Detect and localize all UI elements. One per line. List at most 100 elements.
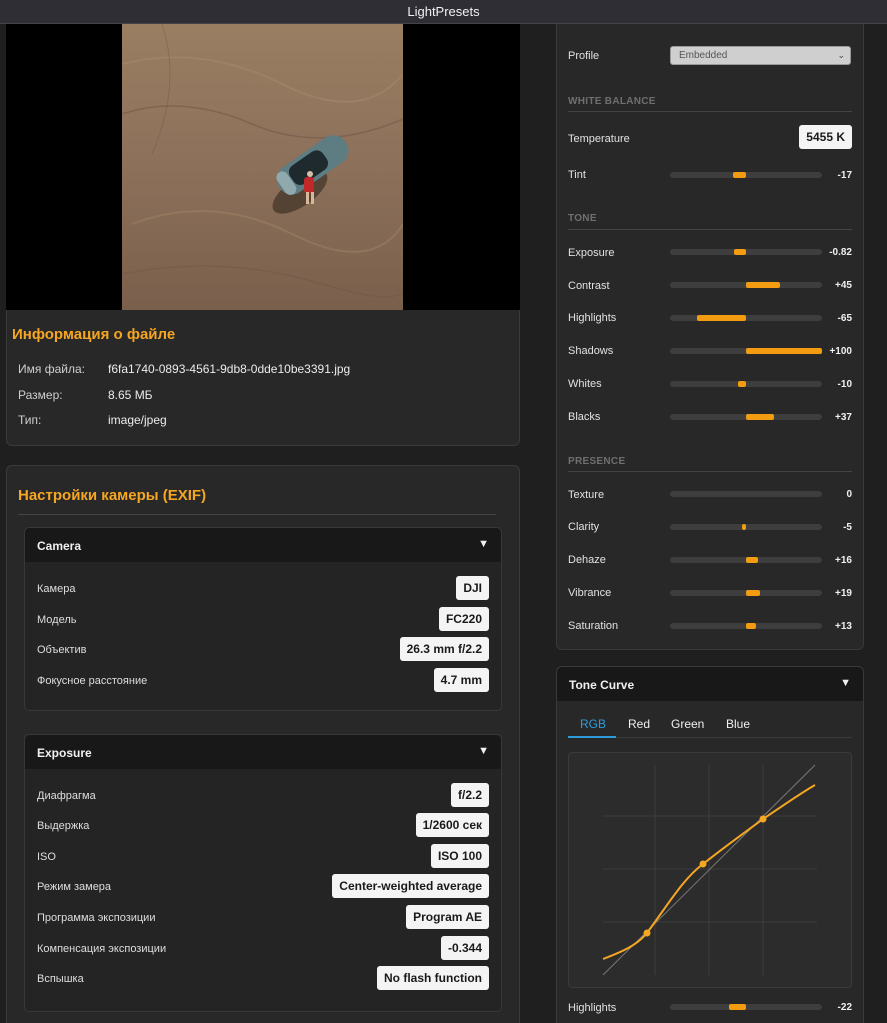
slider-label: Contrast bbox=[568, 280, 610, 292]
slider-fill bbox=[746, 348, 822, 354]
file-name-label: Имя файла: bbox=[18, 362, 85, 376]
exif-row-label: Вспышка bbox=[37, 973, 84, 985]
slider-fill bbox=[696, 315, 746, 321]
presence-heading: PRESENCE bbox=[568, 456, 626, 467]
slider-fill bbox=[746, 623, 756, 629]
tab-rgb[interactable]: RGB bbox=[580, 717, 606, 731]
dehaze-slider[interactable] bbox=[670, 557, 822, 563]
tone-heading: TONE bbox=[568, 213, 597, 224]
tint-value: -17 bbox=[837, 170, 852, 181]
slider-label: Texture bbox=[568, 489, 605, 501]
vibrance-slider[interactable] bbox=[670, 590, 822, 596]
white-balance-heading: WHITE BALANCE bbox=[568, 96, 656, 107]
slider-fill bbox=[738, 381, 746, 387]
clarity-slider[interactable] bbox=[670, 524, 822, 530]
file-size-value: 8.65 МБ bbox=[108, 388, 153, 402]
exif-title: Настройки камеры (EXIF) bbox=[18, 487, 207, 504]
exif-row-label: Объектив bbox=[37, 644, 87, 656]
slider-fill bbox=[746, 282, 781, 288]
photo-image bbox=[122, 24, 403, 310]
slider-label: Clarity bbox=[568, 521, 600, 533]
develop-column[interactable]: Profile Embedded ⌄ WHITE BALANCE Tempera… bbox=[540, 24, 887, 1023]
exif-row-label: Компенсация экспозиции bbox=[37, 943, 167, 955]
texture-slider[interactable] bbox=[670, 491, 822, 497]
slider-value: -65 bbox=[837, 313, 852, 324]
slider-fill bbox=[733, 172, 746, 178]
tone-curve-header[interactable]: Tone Curve ▼ bbox=[557, 667, 863, 701]
exif-row-value: Center-weighted average bbox=[332, 874, 489, 898]
shadows-slider[interactable] bbox=[670, 348, 822, 354]
temperature-value[interactable]: 5455 K bbox=[799, 125, 852, 149]
slider-fill bbox=[733, 249, 746, 255]
exif-row-label: Фокусное расстояние bbox=[37, 675, 148, 687]
slider-fill bbox=[746, 414, 775, 420]
exif-row-label: Камера bbox=[37, 583, 76, 595]
blacks-slider[interactable] bbox=[670, 414, 822, 420]
slider-value: 0 bbox=[846, 489, 852, 500]
left-column[interactable]: Информация о файле Имя файла: f6fa1740-0… bbox=[0, 24, 533, 1023]
exif-row-value: Program AE bbox=[406, 905, 489, 929]
slider-fill bbox=[746, 557, 759, 563]
slider-value: -10 bbox=[837, 379, 852, 390]
tint-slider[interactable] bbox=[670, 172, 822, 178]
exif-row-label: Модель bbox=[37, 614, 77, 626]
slider-label: Dehaze bbox=[568, 554, 606, 566]
curve-highlights-label: Highlights bbox=[568, 1002, 617, 1014]
slider-label: Saturation bbox=[568, 620, 619, 632]
exif-row-value: 4.7 mm bbox=[433, 668, 489, 692]
photo-preview bbox=[6, 24, 520, 310]
slider-label: Vibrance bbox=[568, 587, 612, 599]
photo-illustration bbox=[122, 24, 403, 310]
exif-row-label: ISO bbox=[37, 851, 56, 863]
slider-value: +13 bbox=[835, 621, 852, 632]
section-divider bbox=[568, 471, 852, 472]
whites-slider[interactable] bbox=[670, 381, 822, 387]
camera-section-header[interactable]: Camera ▼ bbox=[25, 528, 501, 562]
exif-row-value: DJI bbox=[456, 576, 489, 600]
slider-label: Blacks bbox=[568, 411, 601, 423]
slider-value: +100 bbox=[829, 346, 852, 357]
exif-row-value: 26.3 mm f/2.2 bbox=[399, 637, 489, 661]
curve-highlights-slider[interactable] bbox=[670, 1004, 822, 1010]
window-title: LightPresets bbox=[407, 4, 480, 19]
tab-rgb-underline bbox=[568, 736, 616, 738]
exif-row-label: Режим замера bbox=[37, 881, 112, 893]
chevron-down-icon[interactable]: ▼ bbox=[478, 745, 489, 757]
exposure-slider[interactable] bbox=[670, 249, 822, 255]
tab-green[interactable]: Green bbox=[671, 717, 704, 731]
tab-blue[interactable]: Blue bbox=[726, 717, 750, 731]
curve-point[interactable] bbox=[643, 929, 651, 937]
slider-value: +45 bbox=[835, 280, 852, 291]
tab-red[interactable]: Red bbox=[628, 717, 650, 731]
exposure-section-header[interactable]: Exposure ▼ bbox=[25, 735, 501, 769]
highlights-slider[interactable] bbox=[670, 315, 822, 321]
slider-fill bbox=[742, 524, 746, 530]
file-name-value: f6fa1740-0893-4561-9db8-0dde10be3391.jpg bbox=[108, 362, 351, 376]
curve-point[interactable] bbox=[759, 815, 767, 823]
tabs-divider bbox=[616, 737, 852, 738]
camera-section-title: Camera bbox=[37, 539, 82, 553]
profile-select-value: Embedded bbox=[679, 50, 728, 61]
tint-label: Tint bbox=[568, 169, 586, 181]
exif-row-value: f/2.2 bbox=[450, 783, 489, 807]
contrast-slider[interactable] bbox=[670, 282, 822, 288]
exif-row-label: Диафрагма bbox=[37, 790, 96, 802]
saturation-slider[interactable] bbox=[670, 623, 822, 629]
chevron-down-icon[interactable]: ▼ bbox=[840, 677, 851, 689]
file-type-label: Тип: bbox=[18, 413, 42, 427]
curve-point[interactable] bbox=[699, 860, 707, 868]
tone-curve-title: Tone Curve bbox=[569, 678, 635, 692]
profile-select[interactable]: Embedded ⌄ bbox=[670, 46, 851, 65]
exposure-section: Exposure ▼ Диафрагма f/2.2 Выдержка 1/26… bbox=[24, 734, 502, 1012]
exif-row-label: Выдержка bbox=[37, 820, 90, 832]
chevron-down-icon[interactable]: ▼ bbox=[478, 538, 489, 550]
tone-curve-svg bbox=[602, 764, 817, 976]
exif-divider bbox=[18, 514, 496, 515]
slider-fill bbox=[729, 1004, 746, 1010]
section-divider bbox=[568, 229, 852, 230]
exif-row-value: ISO 100 bbox=[430, 844, 489, 868]
camera-section: Camera ▼ Камера DJI Модель FC220 Объекти… bbox=[24, 527, 502, 711]
file-info-title: Информация о файле bbox=[12, 326, 176, 343]
tone-curve-graph[interactable] bbox=[568, 752, 852, 988]
profile-label: Profile bbox=[568, 50, 600, 62]
